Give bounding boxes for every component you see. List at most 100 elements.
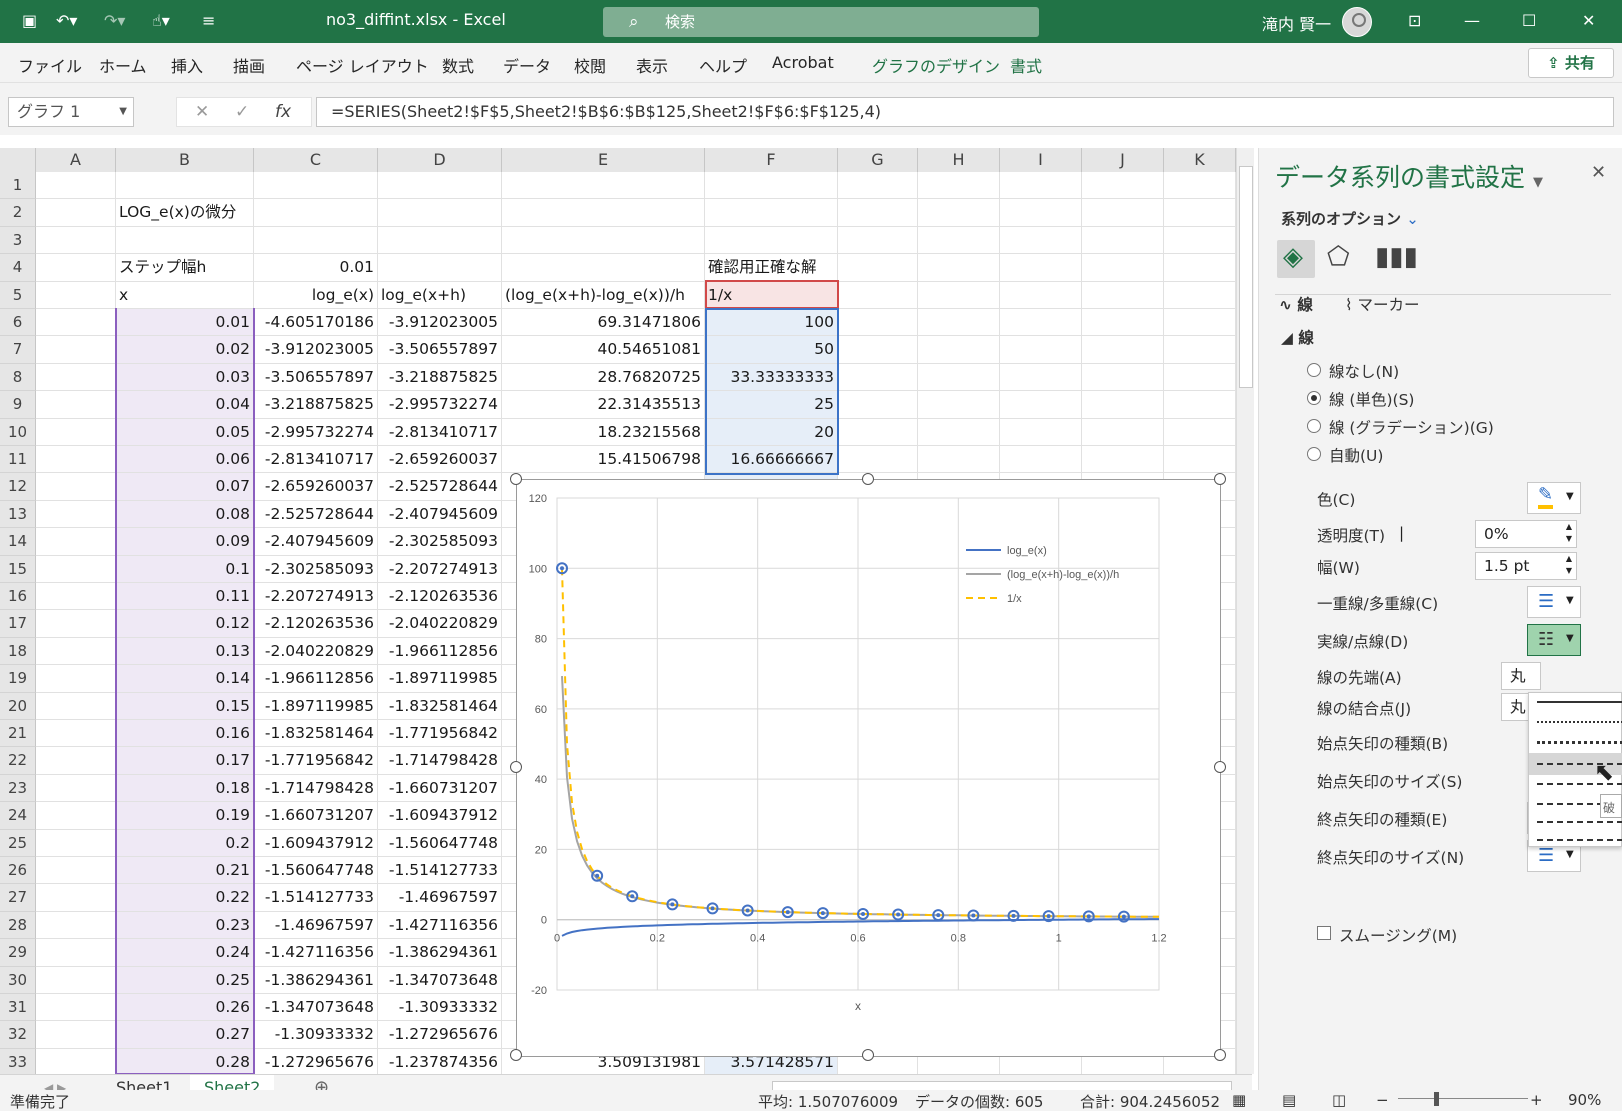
row-header[interactable]: 2 (0, 199, 36, 227)
row-header[interactable]: 13 (0, 500, 36, 529)
ribbon-display-icon[interactable]: ⊡ (1408, 9, 1421, 33)
cell[interactable]: -1.30933332 (378, 994, 502, 1022)
cell[interactable]: -1.46967597 (378, 884, 502, 912)
column-header-i[interactable]: I (1000, 148, 1082, 172)
cell[interactable] (36, 199, 116, 227)
cell[interactable]: -2.995732274 (254, 418, 378, 446)
cell[interactable] (378, 199, 502, 227)
cell[interactable]: -1.714798428 (378, 747, 502, 775)
tab-home[interactable]: ホーム (99, 53, 147, 77)
cell[interactable] (1000, 281, 1082, 309)
cell[interactable]: -1.386294361 (254, 966, 378, 994)
cell[interactable]: 0.19 (116, 802, 254, 830)
cell[interactable]: -2.659260037 (378, 446, 502, 474)
cell[interactable]: -1.46967597 (254, 911, 378, 940)
undo-icon[interactable]: ↶▾ (56, 9, 77, 33)
cell[interactable]: 0.02 (116, 336, 254, 364)
cell[interactable]: -3.218875825 (254, 391, 378, 419)
cell[interactable]: -1.347073648 (378, 966, 502, 994)
cell[interactable]: 0.09 (116, 528, 254, 556)
cell[interactable] (36, 555, 116, 583)
cell[interactable]: 0.18 (116, 774, 254, 803)
row-header[interactable]: 9 (0, 391, 36, 419)
tab-view[interactable]: 表示 (636, 53, 668, 77)
cell[interactable]: -1.609437912 (254, 829, 378, 857)
marker-tab[interactable]: ⌇ マーカー (1345, 293, 1420, 315)
cell[interactable]: 確認用正確な解 (705, 254, 838, 282)
resize-handle[interactable] (862, 1049, 874, 1061)
cell[interactable]: 0.25 (116, 966, 254, 994)
cell[interactable]: -1.832581464 (254, 720, 378, 748)
cell[interactable]: 0.27 (116, 1021, 254, 1049)
cell[interactable]: 0.28 (116, 1048, 254, 1077)
smoothing-label[interactable]: スムージング(M) (1339, 924, 1457, 946)
cell[interactable]: 0.08 (116, 500, 254, 529)
cell[interactable]: -1.272965676 (254, 1048, 378, 1077)
cell[interactable]: -3.218875825 (378, 363, 502, 392)
cell[interactable] (502, 172, 705, 200)
cell[interactable]: -2.525728644 (254, 500, 378, 529)
cell[interactable]: 0.05 (116, 418, 254, 446)
formula-input[interactable]: =SERIES(Sheet2!$F$5,Sheet2!$B$6:$B$125,S… (316, 97, 1614, 127)
cell[interactable] (378, 226, 502, 255)
cell[interactable] (36, 1021, 116, 1049)
cell[interactable] (1000, 363, 1082, 392)
tab-review[interactable]: 校閲 (574, 53, 606, 77)
column-header-b[interactable]: B (116, 148, 254, 172)
chevron-down-icon[interactable]: ▼ (119, 98, 127, 126)
cell[interactable]: -1.427116356 (254, 939, 378, 967)
cell[interactable]: -2.120263536 (378, 583, 502, 611)
touch-mode-icon[interactable]: ☝▾ (152, 9, 170, 33)
cell[interactable]: -2.813410717 (254, 446, 378, 474)
chart[interactable]: -20 0 20 40 60 80 100 120 0 0.2 0.4 0.6 0.8 1 1.2 x log_… (510, 473, 1226, 1061)
tab-page-layout[interactable]: ページ レイアウト (296, 53, 429, 77)
minimize-icon[interactable]: — (1464, 9, 1480, 33)
cell[interactable] (1164, 363, 1236, 392)
name-box[interactable]: グラフ 1 ▼ (8, 97, 134, 127)
cell[interactable] (1000, 254, 1082, 282)
cell[interactable]: -4.605170186 (254, 309, 378, 337)
cell[interactable] (918, 172, 1000, 200)
column-header-f[interactable]: F (705, 148, 838, 172)
cell[interactable] (1082, 172, 1164, 200)
transparency-input[interactable]: 0% ▲ ▼ (1475, 520, 1577, 548)
cancel-icon[interactable]: ✕ (195, 102, 209, 122)
cell[interactable] (1164, 391, 1236, 419)
cell[interactable]: 0.06 (116, 446, 254, 474)
cell[interactable]: -1.30933332 (254, 1021, 378, 1049)
cell[interactable]: 28.76820725 (502, 363, 705, 392)
cell[interactable] (918, 363, 1000, 392)
cell[interactable]: -1.514127733 (378, 857, 502, 885)
cell[interactable] (502, 199, 705, 227)
cell[interactable] (838, 254, 918, 282)
radio-auto-line-label[interactable]: 自動(U) (1329, 444, 1383, 466)
row-header[interactable]: 19 (0, 665, 36, 693)
cell[interactable]: -1.609437912 (378, 802, 502, 830)
row-header[interactable]: 33 (0, 1048, 36, 1077)
resize-handle[interactable] (510, 1049, 522, 1061)
cell[interactable] (838, 418, 918, 446)
avatar[interactable] (1342, 7, 1372, 37)
dash-option-round-dot[interactable] (1537, 721, 1622, 723)
user-name[interactable]: 滝内 賢一 (1262, 11, 1331, 35)
enter-icon[interactable]: ✓ (235, 102, 249, 122)
color-picker-button[interactable]: ✎ ▼ (1527, 482, 1581, 514)
cell[interactable] (838, 391, 918, 419)
zoom-in-icon[interactable]: + (1530, 1091, 1543, 1109)
cell[interactable] (1082, 418, 1164, 446)
tab-insert[interactable]: 挿入 (171, 53, 203, 77)
cell[interactable]: -2.407945609 (378, 500, 502, 529)
cell[interactable]: -1.832581464 (378, 692, 502, 720)
cell[interactable] (378, 172, 502, 200)
row-header[interactable]: 10 (0, 418, 36, 446)
cell[interactable] (918, 199, 1000, 227)
cell[interactable] (1082, 336, 1164, 364)
cell[interactable]: -2.302585093 (378, 528, 502, 556)
cell[interactable]: 0.14 (116, 665, 254, 693)
cell[interactable]: -1.714798428 (254, 774, 378, 803)
resize-handle[interactable] (1214, 1049, 1226, 1061)
cell[interactable]: -2.407945609 (254, 528, 378, 556)
cell[interactable] (36, 254, 116, 282)
resize-handle[interactable] (510, 473, 522, 485)
resize-handle[interactable] (1214, 761, 1226, 773)
